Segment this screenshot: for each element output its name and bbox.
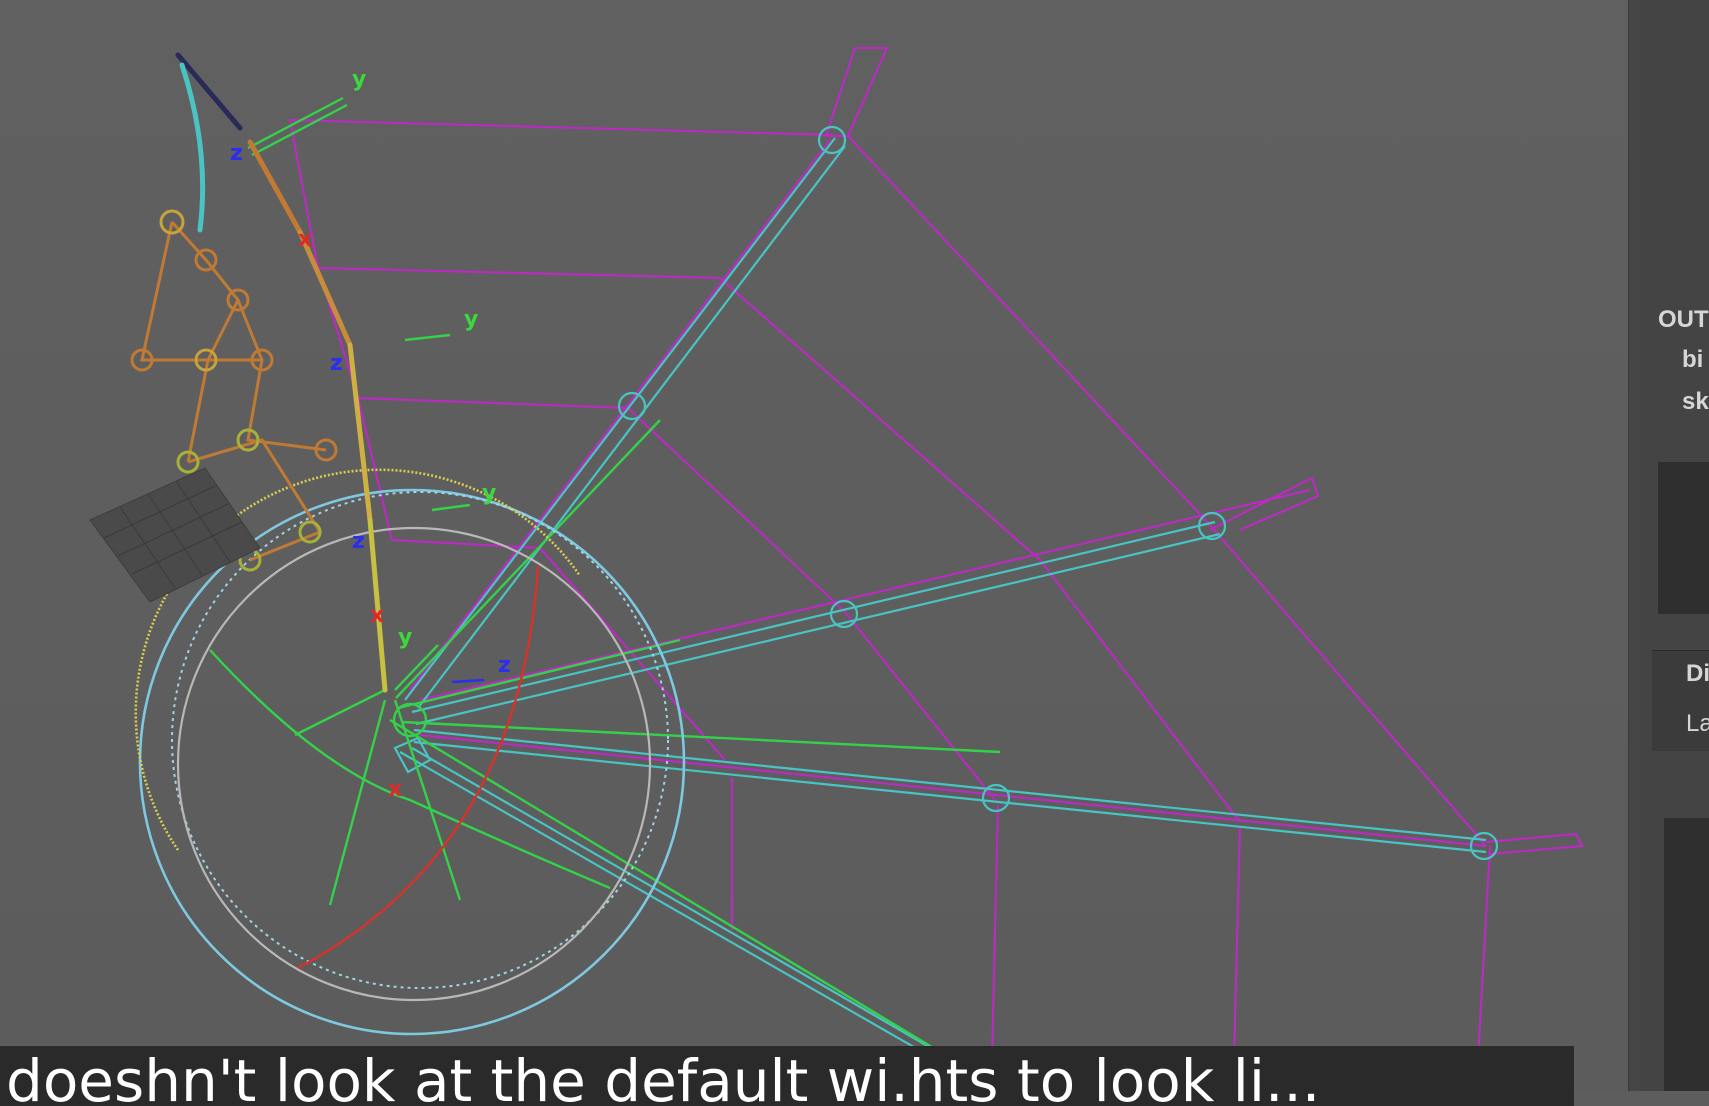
ik-line — [404, 333, 451, 342]
outliner-label: OUT — [1658, 306, 1709, 333]
axis-label-x: x — [388, 777, 402, 802]
mesh-edge — [719, 277, 1041, 561]
joint-bone — [411, 747, 996, 1086]
mesh-edge — [539, 547, 726, 761]
ik-line — [247, 96, 344, 150]
side-panel: OUT bi sk Di La — [1640, 0, 1709, 1091]
axis-label-y: y — [464, 307, 478, 332]
joint-bone — [404, 137, 836, 701]
joint-node — [617, 391, 647, 421]
joint-bone — [413, 740, 1487, 854]
spine-bone — [247, 139, 303, 235]
spine-chain — [175, 52, 388, 693]
axis-label-y: y — [482, 481, 496, 506]
grid-patch — [89, 467, 261, 603]
mesh-edge — [419, 488, 1311, 702]
mesh-edge — [824, 46, 889, 138]
layers-menu-label[interactable]: La — [1686, 710, 1709, 738]
joint-bone — [399, 751, 981, 1086]
mesh-edge — [1209, 476, 1320, 532]
axis-label-y: y — [352, 67, 366, 92]
joint-chains — [393, 125, 1499, 1091]
axis-label-z: z — [330, 351, 343, 376]
mesh-edge — [1476, 845, 1492, 1061]
mesh-wireframe — [288, 46, 1584, 1061]
outliner-item[interactable]: sk — [1682, 388, 1709, 416]
mesh-edge — [409, 139, 831, 691]
ik-handles — [209, 96, 1001, 1057]
display-tab-label[interactable]: Di — [1686, 660, 1709, 688]
3d-viewport[interactable]: y z x y z y z x y z x — [0, 0, 1628, 1091]
axis-label-y: y — [398, 625, 412, 650]
mesh-edge — [289, 118, 834, 137]
ik-line — [251, 103, 348, 157]
viewport-canvas: y z x y z y z x y z x — [89, 46, 1584, 1091]
mesh-edge — [1209, 524, 1487, 847]
outliner-item[interactable]: bi — [1682, 346, 1703, 374]
ik-line — [431, 503, 471, 512]
ik-arc — [209, 649, 611, 890]
axis-label-z: z — [498, 653, 511, 678]
layer-list[interactable] — [1664, 818, 1709, 1091]
axis-label-x: x — [298, 227, 312, 252]
axis-label-z: z — [352, 529, 365, 554]
mesh-edge — [1485, 832, 1584, 856]
axis-label-x: x — [370, 603, 384, 628]
ik-line — [393, 699, 462, 901]
axis-label-z: z — [230, 141, 243, 166]
ik-line — [395, 419, 661, 699]
mesh-edge — [317, 266, 721, 280]
mini-rig-limb — [170, 220, 240, 463]
mesh-edge — [1039, 559, 1241, 823]
mesh-edge — [391, 538, 541, 550]
mesh-edge — [627, 407, 846, 613]
inner-control-circle — [176, 526, 652, 1002]
video-subtitle: doeshn't look at the default wi.hts to l… — [0, 1046, 1574, 1106]
mesh-edge — [419, 733, 1487, 848]
ik-line — [294, 688, 386, 737]
ik-line — [389, 718, 946, 1057]
mesh-edge — [357, 396, 629, 410]
ik-line — [328, 699, 387, 906]
panel-box-upper — [1658, 462, 1709, 614]
joint-bone — [413, 728, 1487, 842]
mini-rig-limb — [236, 299, 327, 452]
teal-curve — [179, 62, 206, 233]
mesh-edge — [990, 804, 1000, 1061]
mesh-edge — [844, 611, 996, 801]
mesh-edge — [847, 135, 1211, 526]
mesh-edge — [1232, 825, 1242, 1061]
joint-node — [817, 125, 847, 155]
